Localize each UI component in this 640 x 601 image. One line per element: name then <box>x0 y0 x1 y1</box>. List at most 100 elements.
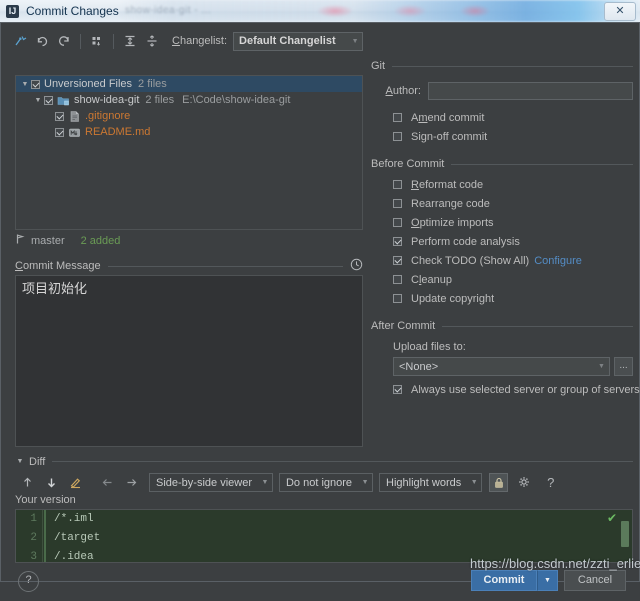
tree-row-file[interactable]: README.md <box>16 124 362 140</box>
previous-difference-icon[interactable] <box>15 473 39 492</box>
module-folder-icon <box>57 94 70 107</box>
expand-triangle-icon[interactable]: ▼ <box>19 81 31 88</box>
tree-row-module[interactable]: ▼ show-idea-git 2 files E:\Code\show-ide… <box>16 92 362 108</box>
diff-line-number: 3 <box>16 548 42 563</box>
changes-tree[interactable]: ▼ Unversioned Files 2 files ▼ show-idea-… <box>15 75 363 230</box>
diff-viewer[interactable]: 1 2 3 /*.iml /target /.idea ✔ <box>15 509 633 563</box>
toolbar-separator-1 <box>80 34 81 49</box>
commit-message-input[interactable]: 项目初始化 <box>15 275 363 447</box>
edit-source-icon[interactable] <box>63 473 87 492</box>
check-todo-row[interactable]: Check TODO (Show All) Configure <box>393 251 633 270</box>
upload-server-combo[interactable]: <None> ▼ <box>393 357 610 376</box>
question-mark-icon[interactable]: ? <box>541 473 560 492</box>
git-group-title: Git <box>371 60 385 72</box>
commit-dropdown-arrow-icon[interactable]: ▼ <box>537 570 558 591</box>
dialog-body: Changelist: Default Changelist ▼ ▼ Unver… <box>0 22 640 582</box>
cleanup-checkbox[interactable] <box>393 275 402 284</box>
gear-icon[interactable] <box>515 473 534 492</box>
perform-code-analysis-row[interactable]: Perform code analysis <box>393 232 633 251</box>
tree-checkbox-file[interactable] <box>55 128 64 137</box>
upload-files-label: Upload files to: <box>393 341 633 353</box>
highlight-policy-combo[interactable]: Highlight words ▼ <box>379 473 482 492</box>
previous-file-icon[interactable] <box>95 473 119 492</box>
perform-code-analysis-checkbox[interactable] <box>393 237 402 246</box>
diff-scrollbar[interactable] <box>621 521 629 547</box>
group-by-icon[interactable] <box>86 31 108 51</box>
diff-line-text: /.idea <box>54 548 94 563</box>
tree-label-module: show-idea-git <box>74 94 139 106</box>
collapse-all-icon[interactable] <box>141 31 163 51</box>
tree-checkbox-module[interactable] <box>44 96 53 105</box>
update-copyright-row[interactable]: Update copyright <box>393 289 633 308</box>
diff-line-number: 1 <box>16 510 42 529</box>
commit-options-panel: Git Author: Amend commit Sign-off commit… <box>371 59 633 449</box>
signoff-commit-checkbox[interactable] <box>393 132 402 141</box>
reformat-code-checkbox[interactable] <box>393 180 402 189</box>
rearrange-code-checkbox[interactable] <box>393 199 402 208</box>
reformat-code-label: Reformat code <box>411 179 483 191</box>
close-icon[interactable]: ✕ <box>604 2 636 21</box>
tree-row-unversioned-files[interactable]: ▼ Unversioned Files 2 files <box>16 76 362 92</box>
diff-line-number: 2 <box>16 529 42 548</box>
always-use-server-label: Always use selected server or group of s… <box>411 384 640 396</box>
diff-gutter: 1 2 3 <box>16 510 43 562</box>
reformat-code-row[interactable]: Reformat code <box>393 175 633 194</box>
branch-added-count: 2 added <box>81 235 121 247</box>
optimize-imports-row[interactable]: Optimize imports <box>393 213 633 232</box>
after-commit-title: After Commit <box>371 320 435 332</box>
optimize-imports-label: Optimize imports <box>411 217 494 229</box>
changelist-combo[interactable]: Default Changelist ▼ <box>233 32 363 51</box>
upload-server-value: <None> <box>394 361 594 373</box>
cancel-button[interactable]: Cancel <box>564 570 626 591</box>
amend-commit-row[interactable]: Amend commit <box>393 108 633 127</box>
branch-name: master <box>31 235 65 247</box>
cleanup-row[interactable]: Cleanup <box>393 270 633 289</box>
expand-triangle-icon[interactable]: ▼ <box>15 458 25 465</box>
update-copyright-checkbox[interactable] <box>393 294 402 303</box>
rearrange-code-label: Rearrange code <box>411 198 490 210</box>
after-commit-group-header: After Commit <box>371 319 633 333</box>
optimize-imports-checkbox[interactable] <box>393 218 402 227</box>
ignore-policy-combo[interactable]: Do not ignore ▼ <box>279 473 373 492</box>
configure-todo-link[interactable]: Configure <box>534 255 582 267</box>
commit-changes-dialog: show-idea-git - ... IJ Commit Changes ✕ <box>0 0 640 582</box>
git-branch-icon <box>15 233 26 248</box>
next-difference-icon[interactable] <box>39 473 63 492</box>
expand-triangle-icon[interactable]: ▼ <box>32 97 44 104</box>
rearrange-code-row[interactable]: Rearrange code <box>393 194 633 213</box>
amend-commit-label: Amend commit <box>411 112 484 124</box>
commit-button[interactable]: Commit <box>471 570 537 591</box>
lock-icon[interactable] <box>489 473 508 492</box>
tree-row-file[interactable]: .gitignore <box>16 108 362 124</box>
toolbar-separator-2 <box>113 34 114 49</box>
author-label: Author: <box>375 85 421 97</box>
watermark: https://blog.csdn.net/zzti_erlie <box>470 556 640 571</box>
signoff-commit-row[interactable]: Sign-off commit <box>393 127 633 146</box>
tree-checkbox-file[interactable] <box>55 112 64 121</box>
tree-checkbox-unversioned[interactable] <box>31 80 40 89</box>
tree-path-module: E:\Code\show-idea-git <box>182 94 290 106</box>
tree-meta-unversioned: 2 files <box>138 78 167 90</box>
spacer <box>371 308 633 319</box>
spacer <box>371 146 633 157</box>
next-file-icon[interactable] <box>119 473 143 492</box>
always-use-server-row[interactable]: Always use selected server or group of s… <box>393 380 633 399</box>
author-field[interactable] <box>428 82 633 100</box>
check-todo-label: Check TODO (Show All) <box>411 255 529 267</box>
refresh-changes-icon[interactable] <box>9 31 31 51</box>
revert-icon[interactable] <box>53 31 75 51</box>
rollback-icon[interactable] <box>31 31 53 51</box>
viewer-mode-combo[interactable]: Side-by-side viewer ▼ <box>149 473 273 492</box>
browse-servers-button[interactable]: ... <box>614 357 633 376</box>
check-todo-checkbox[interactable] <box>393 256 402 265</box>
diff-section-header[interactable]: ▼ Diff <box>15 455 633 468</box>
window-titlebar: show-idea-git - ... IJ Commit Changes ✕ <box>0 0 640 23</box>
changelist-label: Changelist: <box>172 35 227 47</box>
clock-history-icon[interactable] <box>350 258 363 274</box>
markdown-file-icon <box>68 126 81 139</box>
group-divider <box>442 326 633 327</box>
window-title: Commit Changes <box>26 4 119 18</box>
always-use-server-checkbox[interactable] <box>393 385 402 394</box>
amend-commit-checkbox[interactable] <box>393 113 402 122</box>
expand-all-icon[interactable] <box>119 31 141 51</box>
